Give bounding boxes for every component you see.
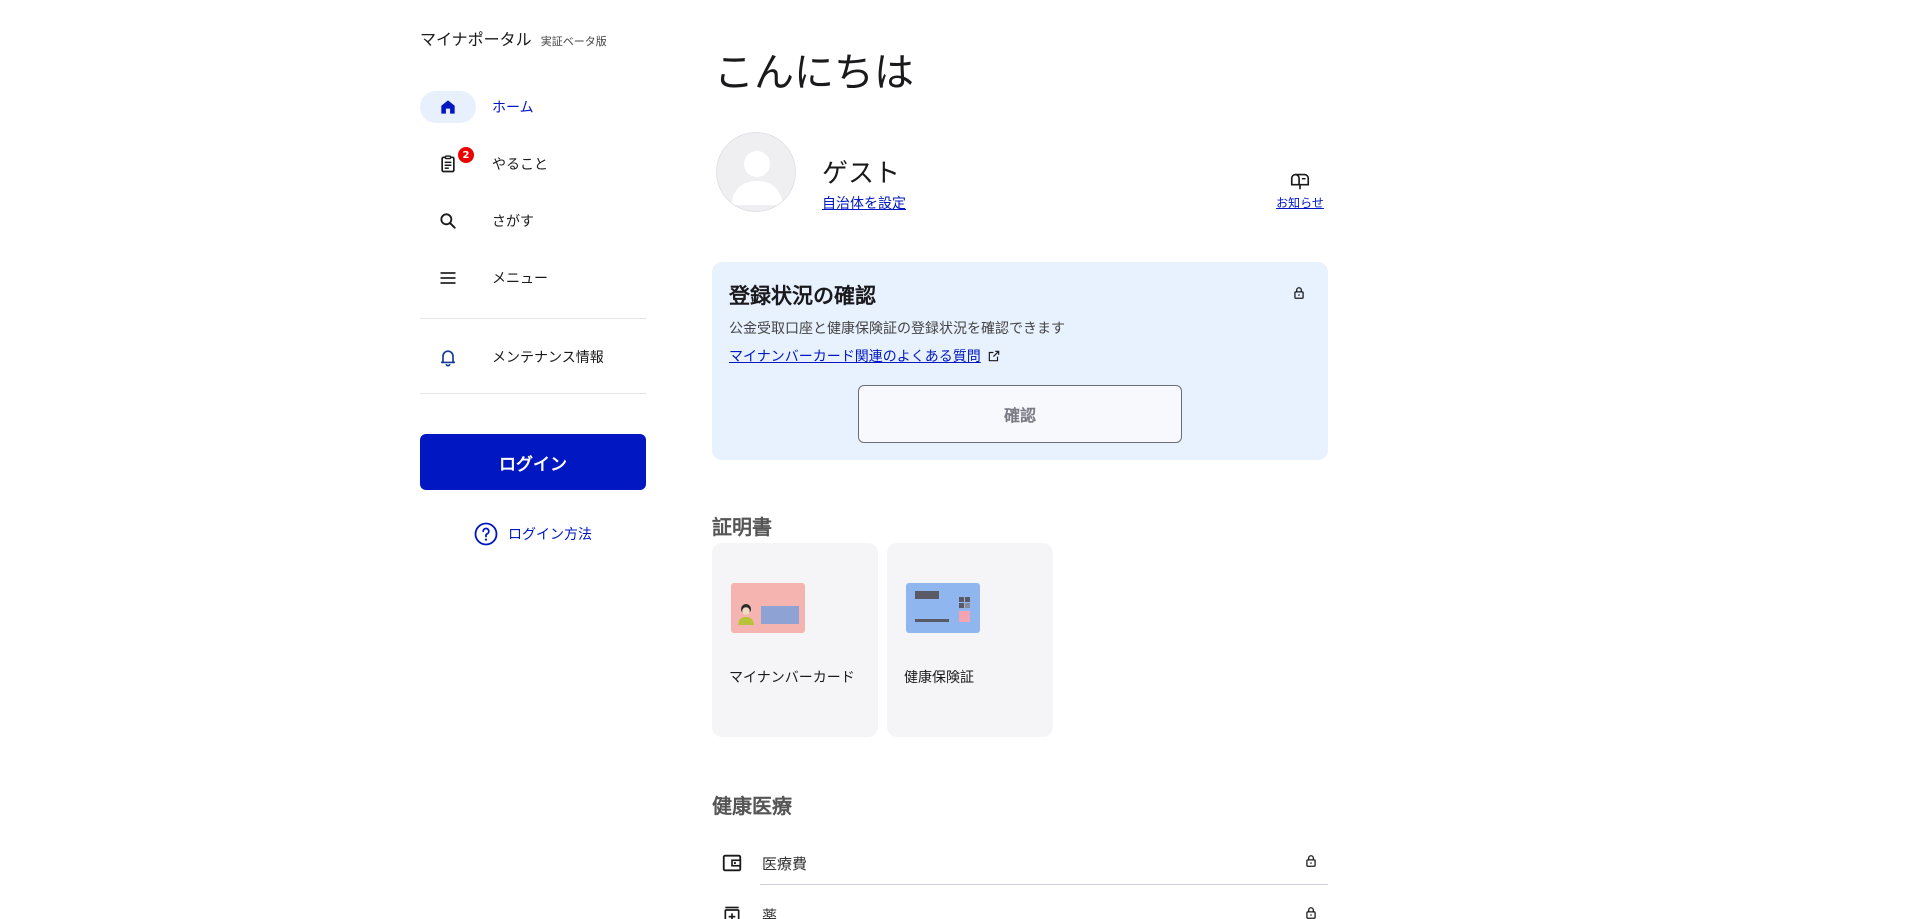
sidebar-item-menu[interactable]: メニュー [420,261,646,295]
cert-label: マイナンバーカード [729,670,855,686]
icon-wrap [420,341,476,373]
clipboard-icon [441,155,455,173]
login-button[interactable]: ログイン [420,434,646,490]
menu-icon [440,272,456,284]
health-insurance-card-icon [906,583,980,633]
faq-link-label: マイナンバーカード関連のよくある質問 [729,349,981,365]
login-help-link[interactable]: ログイン方法 [474,522,592,546]
active-indicator [420,91,476,123]
search-icon [440,213,456,229]
sidebar-item-label: ホーム [492,100,534,116]
medical-expenses-row[interactable]: 医療費 [712,838,1328,888]
sidebar-item-label: さがす [492,214,534,230]
notice-label: お知らせ [1276,196,1324,210]
bell-icon [440,350,456,367]
sidebar-divider [420,393,646,394]
lock-icon [1294,287,1304,299]
medicine-icon [724,906,740,919]
lock-icon [1306,855,1316,867]
set-municipality-link[interactable]: 自治体を設定 [822,193,906,213]
sidebar-item-label: やること [492,157,548,173]
faq-link[interactable]: マイナンバーカード関連のよくある質問 [729,346,1001,366]
registration-title: 登録状況の確認 [729,284,876,308]
lock-icon [1306,907,1316,919]
login-help-label: ログイン方法 [508,527,592,543]
beta-tag: 実証ベータ版 [540,35,607,48]
app-name: マイナポータル [420,30,532,49]
sidebar-item-todo[interactable]: 2 やること [420,147,646,181]
mynumber-card-tile[interactable]: マイナンバーカード [712,543,878,737]
sidebar-item-label: メニュー [492,271,548,287]
medicine-row[interactable]: 薬 [712,890,1328,919]
user-name: ゲスト [822,159,901,189]
mailbox-icon [1290,173,1310,190]
brand[interactable]: マイナポータル 実証ベータ版 [420,26,607,50]
help-circle-icon [474,522,498,546]
health-row-label: 薬 [762,906,778,919]
page-title: こんにちは [714,50,914,96]
wallet-icon [722,854,742,872]
row-icon [712,905,752,919]
sidebar-item-home[interactable]: ホーム [420,90,646,124]
health-insurance-card-tile[interactable]: 健康保険証 [887,543,1053,737]
sidebar-item-search[interactable]: さがす [420,204,646,238]
registration-description: 公金受取口座と健康保険証の登録状況を確認できます [729,321,1065,337]
todo-count-badge: 2 [458,147,474,163]
sidebar-item-label: メンテナンス情報 [492,350,604,366]
external-link-icon [988,350,999,362]
mynumber-card-icon [731,583,805,633]
row-icon [712,852,752,874]
avatar-silhouette-icon [731,151,783,205]
certificates-heading: 証明書 [712,515,772,539]
home-icon [441,100,455,114]
icon-wrap: 2 [420,147,476,180]
sidebar-divider [420,318,646,319]
cert-label: 健康保険証 [904,670,974,686]
icon-wrap [420,262,476,294]
icon-wrap [420,205,476,237]
health-heading: 健康医療 [712,794,792,818]
sidebar-item-maintenance[interactable]: メンテナンス情報 [420,340,646,374]
registration-status-card: 登録状況の確認 公金受取口座と健康保険証の登録状況を確認できます マイナンバーカ… [712,262,1328,460]
row-divider [760,884,1328,885]
notice-button[interactable]: お知らせ [1273,170,1327,211]
avatar [716,132,796,212]
health-row-label: 医療費 [762,854,808,873]
confirm-button[interactable]: 確認 [858,385,1182,443]
